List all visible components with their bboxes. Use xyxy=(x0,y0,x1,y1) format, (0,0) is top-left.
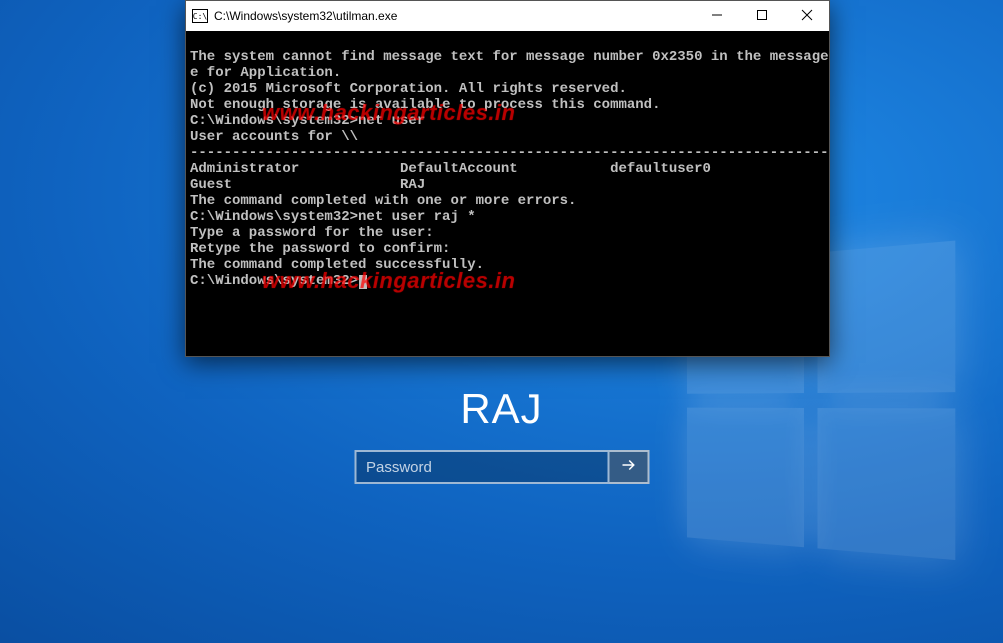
term-line: The command completed with one or more e… xyxy=(190,193,825,209)
maximize-icon xyxy=(756,9,768,24)
term-prompt: C:\Windows\system32>net user xyxy=(190,113,825,129)
term-line: User accounts for \\ xyxy=(190,129,825,145)
close-icon xyxy=(801,9,813,24)
minimize-button[interactable] xyxy=(694,1,739,31)
lockscreen-username: RAJ xyxy=(460,385,542,433)
submit-button[interactable] xyxy=(609,450,649,484)
term-line: Administrator DefaultAccount defaultuser… xyxy=(190,161,825,177)
term-line: Type a password for the user: xyxy=(190,225,825,241)
minimize-icon xyxy=(711,9,723,24)
password-input[interactable] xyxy=(354,450,609,484)
logo-pane xyxy=(818,241,956,393)
logo-pane xyxy=(687,408,804,548)
term-line: The system cannot find message text for … xyxy=(190,49,825,65)
command-window: C:\ C:\Windows\system32\utilman.exe The … xyxy=(185,0,830,357)
logo-pane xyxy=(818,408,956,560)
password-row xyxy=(354,450,649,484)
term-prompt: C:\Windows\system32> xyxy=(190,273,825,289)
term-line: e for Application. xyxy=(190,65,825,81)
arrow-right-icon xyxy=(619,456,637,479)
term-prompt: C:\Windows\system32>net user raj * xyxy=(190,209,825,225)
cmd-icon: C:\ xyxy=(192,9,208,23)
term-line: Retype the password to confirm: xyxy=(190,241,825,257)
terminal-output[interactable]: The system cannot find message text for … xyxy=(186,31,829,356)
term-line: Guest RAJ xyxy=(190,177,825,193)
term-line: (c) 2015 Microsoft Corporation. All righ… xyxy=(190,81,825,97)
cursor xyxy=(359,275,367,289)
term-line: The command completed successfully. xyxy=(190,257,825,273)
term-separator: ----------------------------------------… xyxy=(190,145,825,161)
titlebar[interactable]: C:\ C:\Windows\system32\utilman.exe xyxy=(186,1,829,31)
window-title: C:\Windows\system32\utilman.exe xyxy=(214,9,694,23)
maximize-button[interactable] xyxy=(739,1,784,31)
term-line: Not enough storage is available to proce… xyxy=(190,97,825,113)
close-button[interactable] xyxy=(784,1,829,31)
